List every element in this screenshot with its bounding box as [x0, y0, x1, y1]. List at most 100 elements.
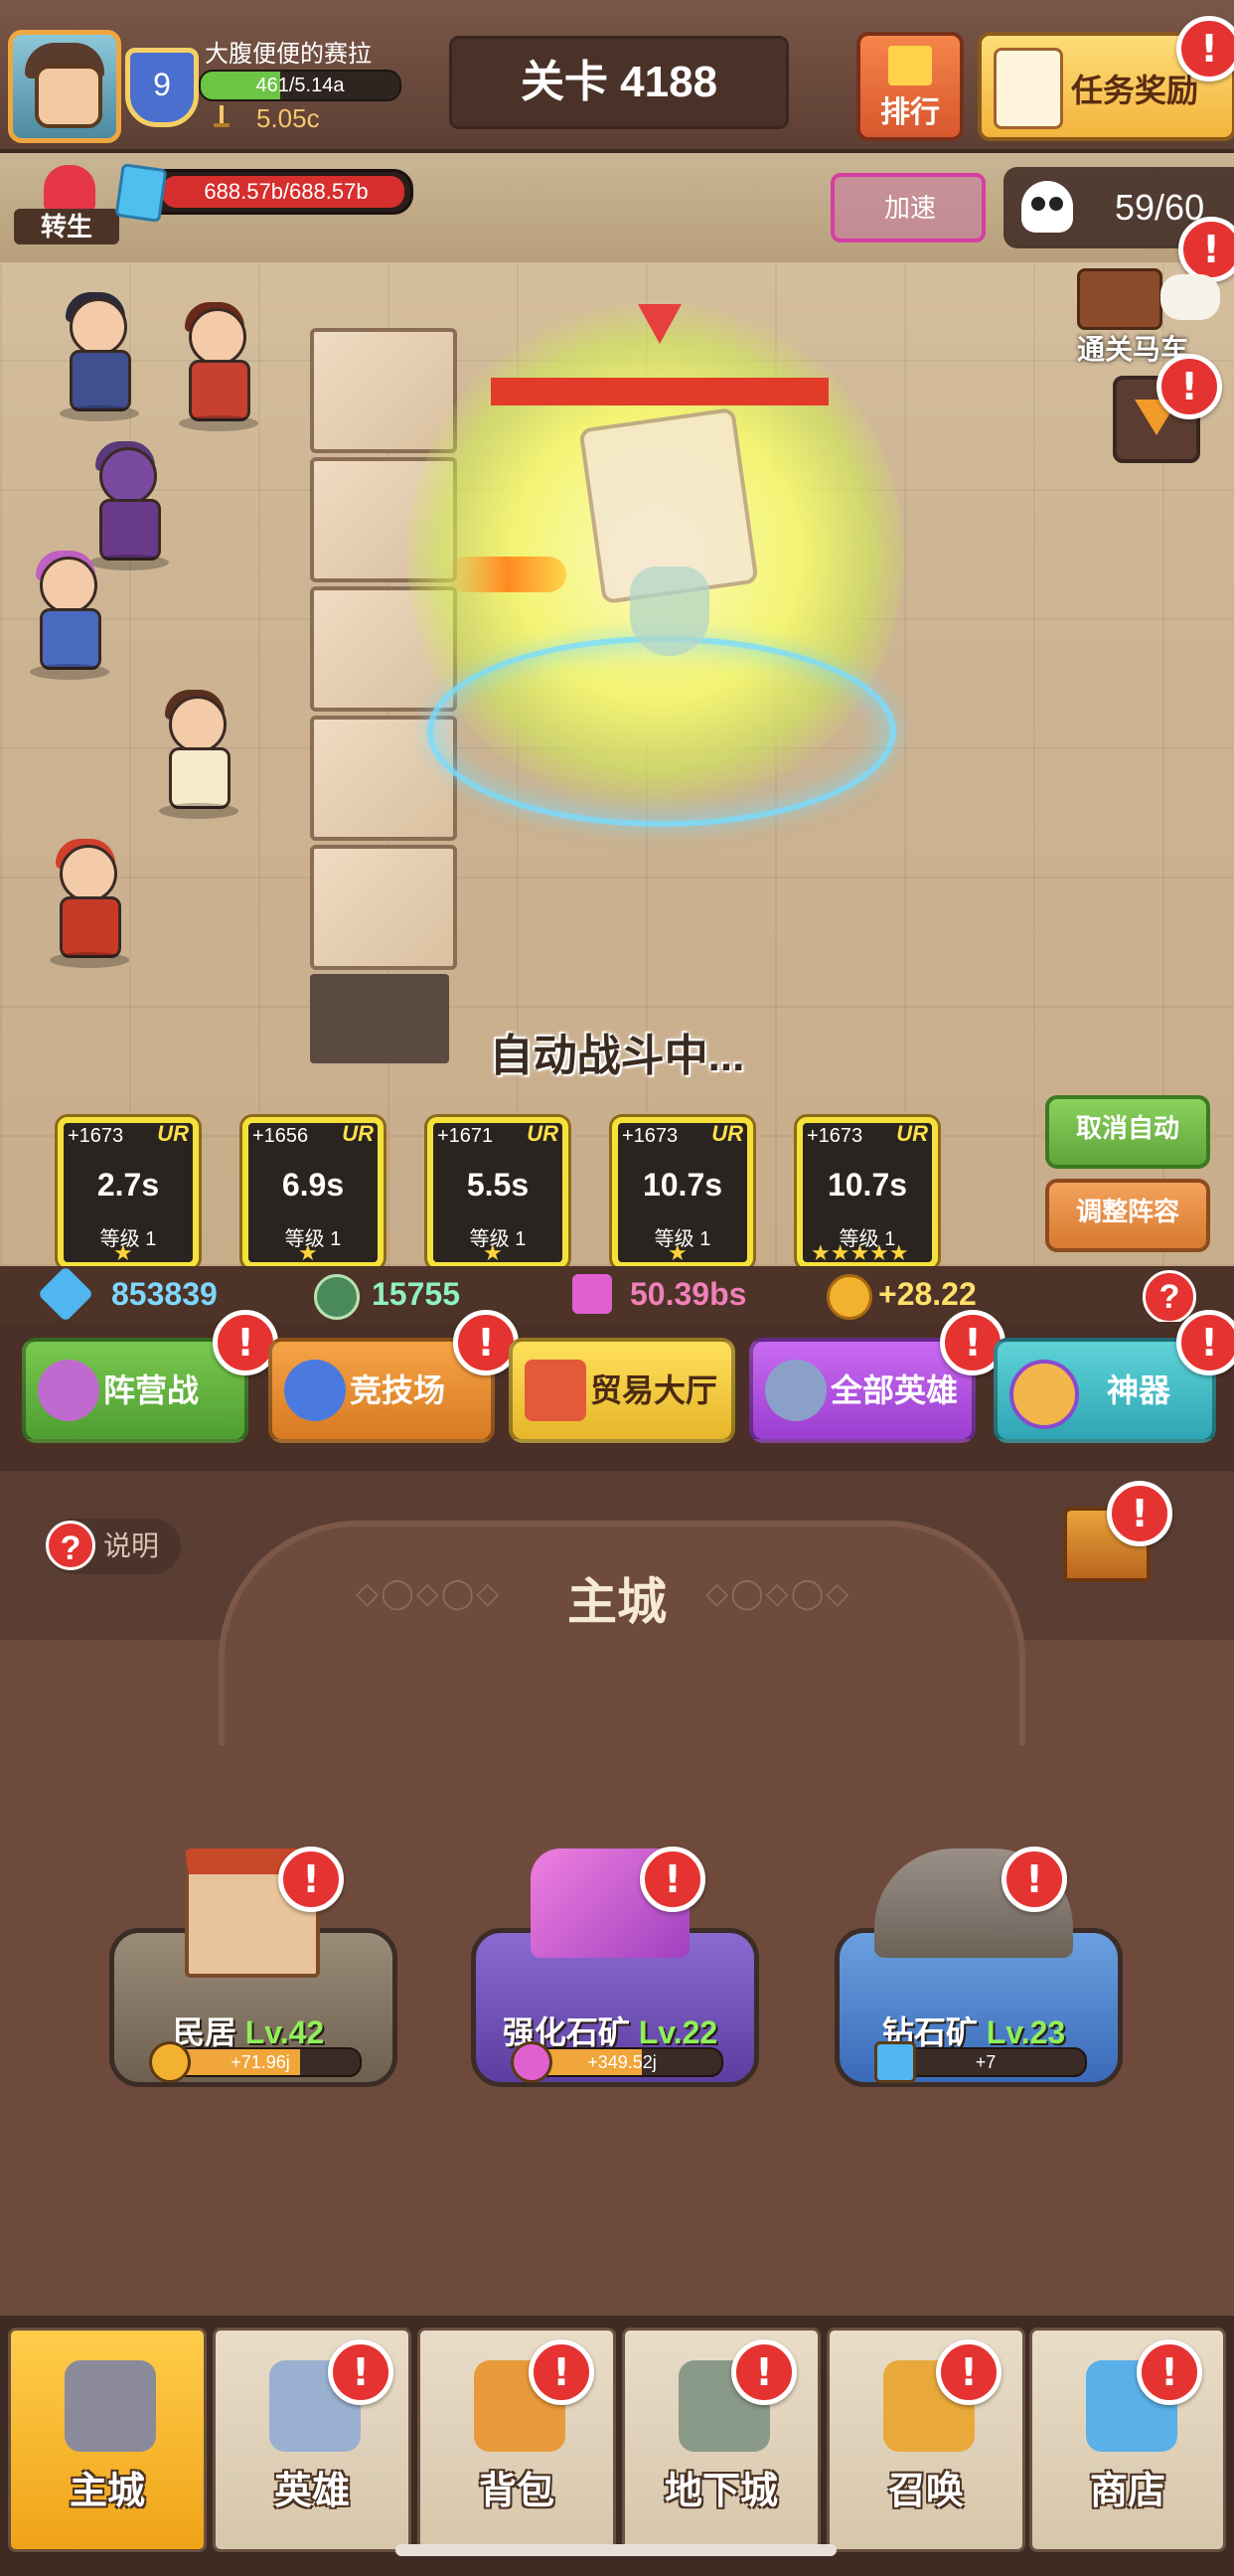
hero-shadow [179, 415, 258, 431]
skill-slot[interactable]: +1673 UR 10.7s 等级 1 ★★★★★ [797, 1117, 938, 1268]
player-avatar[interactable] [8, 30, 121, 143]
nav-label: 背包 [478, 2471, 554, 2512]
all-heroes-label: 全部英雄 [831, 1372, 959, 1408]
nav-label: 主城 [69, 2471, 145, 2512]
crystal-count: 50.39bs [630, 1276, 747, 1312]
skill-rarity: UR [527, 1121, 558, 1146]
skill-slot[interactable]: +1673 UR 2.7s 等级 1 ★ [58, 1117, 199, 1268]
speed-up-button[interactable]: 加速 [831, 173, 986, 242]
hero-shadow [60, 405, 139, 421]
explain-label: 说明 [103, 1530, 160, 1561]
cancel-auto-button[interactable]: 取消自动 [1045, 1095, 1210, 1169]
player-level-badge: 9 [125, 48, 199, 127]
skill-rarity: UR [896, 1121, 928, 1146]
nav-label: 商店 [1089, 2471, 1165, 2512]
hero-unit [40, 292, 149, 421]
faction-war-label: 阵营战 [103, 1372, 200, 1408]
explain-button[interactable]: ? 说明 [46, 1519, 181, 1574]
enhance-stone-mine[interactable]: 强化石矿 Lv.22 +349.52j [471, 1849, 759, 2087]
hero-unit [139, 690, 248, 819]
trade-hall-button[interactable]: 贸易大厅 [509, 1338, 735, 1443]
hero-body [60, 896, 121, 958]
star-icon: ★★★★★ [811, 1240, 909, 1265]
hero-body [40, 608, 101, 670]
nav-label: 地下城 [664, 2471, 778, 2512]
skill-cooldown: 6.9s [281, 1167, 345, 1203]
boss-enemy[interactable] [570, 406, 759, 656]
crystal-icon [511, 2041, 552, 2083]
artifact-label: 神器 [1107, 1372, 1171, 1408]
fireball-effect [447, 557, 566, 592]
castle-icon [65, 2360, 156, 2452]
dropdown-alert-badge: ! [1157, 354, 1222, 419]
heart-icon [44, 165, 95, 211]
hero-head [60, 845, 117, 902]
crystal-icon [572, 1274, 612, 1314]
residence-building[interactable]: 民居 Lv.42 +71.96j [109, 1849, 397, 2087]
skill-cooldown: 10.7s [642, 1167, 723, 1203]
skill-bonus: +1673 [622, 1125, 679, 1147]
adjust-lineup-button[interactable]: 调整阵容 [1045, 1179, 1210, 1252]
wall-hp-bar: 688.57b/688.57b [114, 163, 413, 223]
hero-body [169, 747, 231, 809]
nav-backpack-badge: ! [529, 2339, 594, 2405]
hp-text: 688.57b/688.57b [204, 179, 369, 204]
hero-unit [70, 441, 179, 570]
xp-bar: 461/5.14a [199, 70, 401, 101]
hero-head [169, 696, 227, 753]
token-icon [314, 1274, 360, 1320]
ranking-button[interactable]: 排行 [856, 32, 964, 141]
clear-carriage-button[interactable]: 通关马车 [1077, 258, 1226, 365]
hero-head [70, 298, 127, 356]
residence-alert-badge: ! [278, 1847, 344, 1912]
stone-mine-alert-badge: ! [640, 1847, 705, 1912]
output-rate: +349.52j [587, 2052, 657, 2072]
star-icon: ★ [113, 1240, 133, 1265]
star-icon: ★ [298, 1240, 318, 1265]
sword-icon [214, 105, 230, 127]
auto-battle-status: 自动战斗中... [489, 1032, 745, 1080]
skill-slot[interactable]: +1671 UR 5.5s 等级 1 ★ [427, 1117, 568, 1268]
hero-body [189, 360, 250, 421]
nav-main-city[interactable]: 主城 [8, 2328, 207, 2552]
boss-hp-bar [491, 378, 829, 405]
hero-body [99, 499, 161, 561]
stage-label: 关卡 4188 [449, 36, 789, 129]
gold-coin-icon [827, 1274, 872, 1320]
magic-circle [427, 636, 896, 827]
nav-label: 召唤 [887, 2471, 964, 2512]
star-icon: ★ [668, 1240, 688, 1265]
hero-unit [30, 839, 139, 968]
city-title: 主城 [567, 1574, 667, 1630]
carriage-icon [1077, 268, 1162, 330]
diamond-mine[interactable]: 钻石矿 Lv.23 +7 [835, 1849, 1123, 2087]
skill-cooldown: 10.7s [827, 1167, 908, 1203]
skill-rarity: UR [711, 1121, 743, 1146]
skill-bonus: +1673 [807, 1125, 863, 1147]
skill-bonus: +1656 [252, 1125, 309, 1147]
skill-bonus: +1671 [437, 1125, 494, 1147]
artifact-alert-badge: ! [1176, 1310, 1234, 1375]
output-rate: +7 [975, 2052, 997, 2072]
boss-tail [630, 566, 709, 656]
hero-shadow [50, 952, 129, 968]
shop-icon [525, 1360, 586, 1421]
diamond-count: 853839 [111, 1276, 218, 1312]
hero-head [40, 557, 97, 614]
player-name: 大腹便便的赛拉 [205, 41, 372, 68]
question-icon: ? [46, 1521, 95, 1570]
crystal-icon [114, 163, 168, 223]
checklist-icon [994, 48, 1063, 129]
hero-head [99, 447, 157, 505]
task-alert-badge: ! [1176, 16, 1234, 81]
skill-slot[interactable]: +1656 UR 6.9s 等级 1 ★ [242, 1117, 384, 1268]
crossed-flags-icon [38, 1360, 99, 1421]
hero-head [189, 308, 246, 366]
xp-text: 461/5.14a [255, 75, 345, 96]
skill-slot[interactable]: +1673 UR 10.7s 等级 1 ★ [612, 1117, 753, 1268]
reborn-button[interactable]: 转生 [14, 165, 123, 244]
target-marker-icon [638, 304, 682, 344]
diamond-mine-alert-badge: ! [1002, 1847, 1067, 1912]
arena-label: 竞技场 [350, 1372, 446, 1408]
hero-unit [159, 302, 268, 431]
